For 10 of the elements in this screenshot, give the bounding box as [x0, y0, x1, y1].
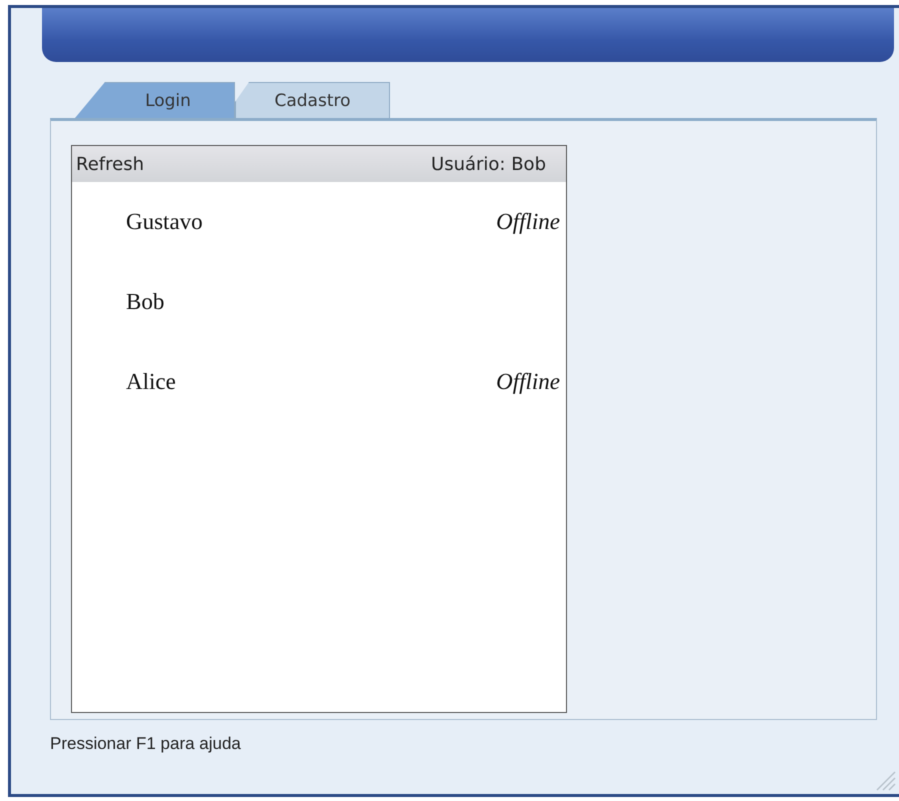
status-bar-text: Pressionar F1 para ajuda [50, 734, 242, 754]
tab[interactable]: Cadastro [235, 82, 390, 118]
user-name: Bob [126, 289, 164, 315]
tab[interactable]: Login [75, 82, 235, 118]
user-status: Offline [496, 209, 560, 235]
current-user-label: Usuário: Bob [431, 154, 546, 174]
user-name: Gustavo [126, 209, 203, 235]
user-name: Alice [126, 369, 176, 395]
user-status: Offline [496, 369, 560, 395]
refresh-button[interactable]: Refresh [76, 154, 144, 174]
